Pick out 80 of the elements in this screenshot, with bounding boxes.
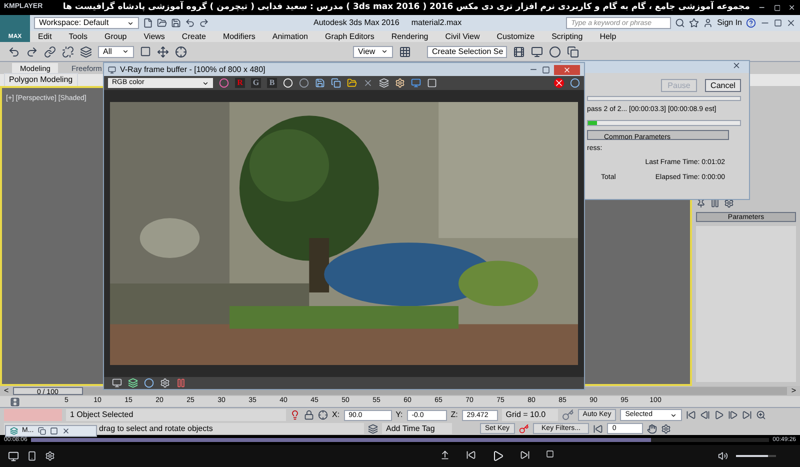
grid-size: Grid = 10.0 — [502, 409, 558, 421]
channel-toggle[interactable]: G — [251, 78, 261, 88]
add-time-tag-button[interactable]: Add Time Tag — [382, 423, 452, 434]
app-icon — [10, 427, 18, 435]
user-icon[interactable] — [703, 18, 714, 28]
configure-icon[interactable] — [724, 198, 734, 208]
z-label: Z: — [450, 409, 458, 421]
phone-icon[interactable] — [27, 451, 37, 461]
reference-dropdown[interactable]: View — [353, 46, 393, 58]
channel-toggle[interactable]: B — [267, 78, 277, 88]
close-icon[interactable] — [788, 3, 796, 12]
volume-icon[interactable] — [718, 451, 728, 461]
display-icon[interactable] — [112, 378, 122, 388]
move-icon[interactable] — [157, 46, 169, 58]
menu-item[interactable]: Customize — [496, 30, 535, 42]
menu-item[interactable]: Modifiers — [222, 30, 256, 42]
menu-item[interactable]: Graph Editors — [324, 30, 374, 42]
menu-item[interactable]: Create — [182, 30, 206, 42]
star-icon[interactable] — [689, 18, 700, 28]
close-icon[interactable] — [732, 61, 741, 70]
save-icon[interactable] — [315, 78, 325, 88]
go-to-start-icon[interactable] — [686, 410, 696, 420]
previous-key-icon[interactable] — [700, 410, 710, 420]
selection-status: 1 Object Selected — [66, 409, 286, 421]
key-icon[interactable] — [562, 409, 574, 421]
restore-icon[interactable] — [38, 427, 46, 435]
stop-icon[interactable] — [554, 78, 564, 88]
play-icon[interactable] — [492, 450, 504, 462]
selection-filter-dropdown[interactable]: All — [98, 46, 134, 58]
undo-icon[interactable] — [8, 46, 20, 58]
video-title: مجموعه آموزشی جامع ، گام به گام و کاربردی نرم افزار تری دی مکس 2016 ( 3ds max 2016 ) مدرس : سعید فدایی ( تیچرمن ) گروه آموزشی پادشاه گرافیست ها — [62, 1, 750, 14]
file-name: material2.max — [411, 17, 462, 29]
unlink-icon[interactable] — [62, 46, 74, 58]
app-title: Autodesk 3ds Max 2016 — [314, 17, 400, 29]
lightbulb-icon[interactable] — [290, 410, 300, 420]
sign-in-link[interactable]: Sign In — [717, 17, 742, 29]
redo-icon[interactable] — [199, 18, 209, 28]
y-label: Y: — [396, 409, 403, 421]
close-icon[interactable] — [62, 427, 70, 435]
zoom-icon[interactable] — [756, 410, 766, 420]
eject-icon[interactable] — [440, 450, 450, 460]
menu-item[interactable]: Scripting — [552, 30, 583, 42]
next-key-icon[interactable] — [728, 410, 738, 420]
x-label: X: — [332, 409, 340, 421]
named-selection-dropdown[interactable]: Create Selection Se — [427, 46, 507, 58]
menu-item[interactable]: Views — [144, 30, 165, 42]
menu-item[interactable]: Edit — [38, 30, 52, 42]
undo-icon[interactable] — [185, 18, 195, 28]
redo-icon[interactable] — [26, 46, 38, 58]
previous-frame-button[interactable]: < — [4, 385, 9, 397]
lock-icon[interactable] — [304, 410, 314, 420]
stop-icon[interactable] — [546, 450, 554, 458]
next-frame-button[interactable]: > — [791, 385, 796, 397]
play-icon[interactable] — [714, 410, 724, 420]
menu-item[interactable]: Group — [104, 30, 127, 42]
help-icon[interactable] — [746, 18, 756, 28]
settings-icon[interactable] — [45, 451, 55, 461]
go-to-end-icon[interactable] — [742, 410, 752, 420]
pause-icon[interactable] — [710, 198, 720, 208]
pan-icon[interactable] — [647, 424, 658, 434]
maximize-icon[interactable] — [50, 427, 58, 435]
menu-item[interactable]: Help — [600, 30, 616, 42]
window-icon[interactable] — [108, 66, 116, 74]
save-icon[interactable] — [171, 18, 181, 28]
window-title: V-Ray frame buffer - [100% of 800 x 480] — [120, 64, 266, 76]
previous-icon[interactable] — [466, 450, 476, 460]
menu-item[interactable]: Rendering — [391, 30, 428, 42]
cancel-button[interactable]: Cancel — [705, 79, 741, 92]
settings-icon[interactable] — [160, 378, 170, 388]
seek-bar[interactable] — [31, 438, 769, 442]
menu-item[interactable]: Civil View — [445, 30, 480, 42]
copy-icon[interactable] — [331, 78, 341, 88]
menu-item[interactable]: Animation — [272, 30, 308, 42]
restore-icon[interactable] — [774, 19, 782, 27]
menu-item[interactable]: Tools — [68, 30, 88, 42]
folder-icon[interactable] — [157, 18, 167, 28]
new-file-icon[interactable] — [143, 18, 153, 28]
next-icon[interactable] — [520, 450, 530, 460]
workspace-dropdown[interactable]: Workspace: Default — [34, 17, 139, 29]
close-icon[interactable] — [786, 18, 796, 28]
